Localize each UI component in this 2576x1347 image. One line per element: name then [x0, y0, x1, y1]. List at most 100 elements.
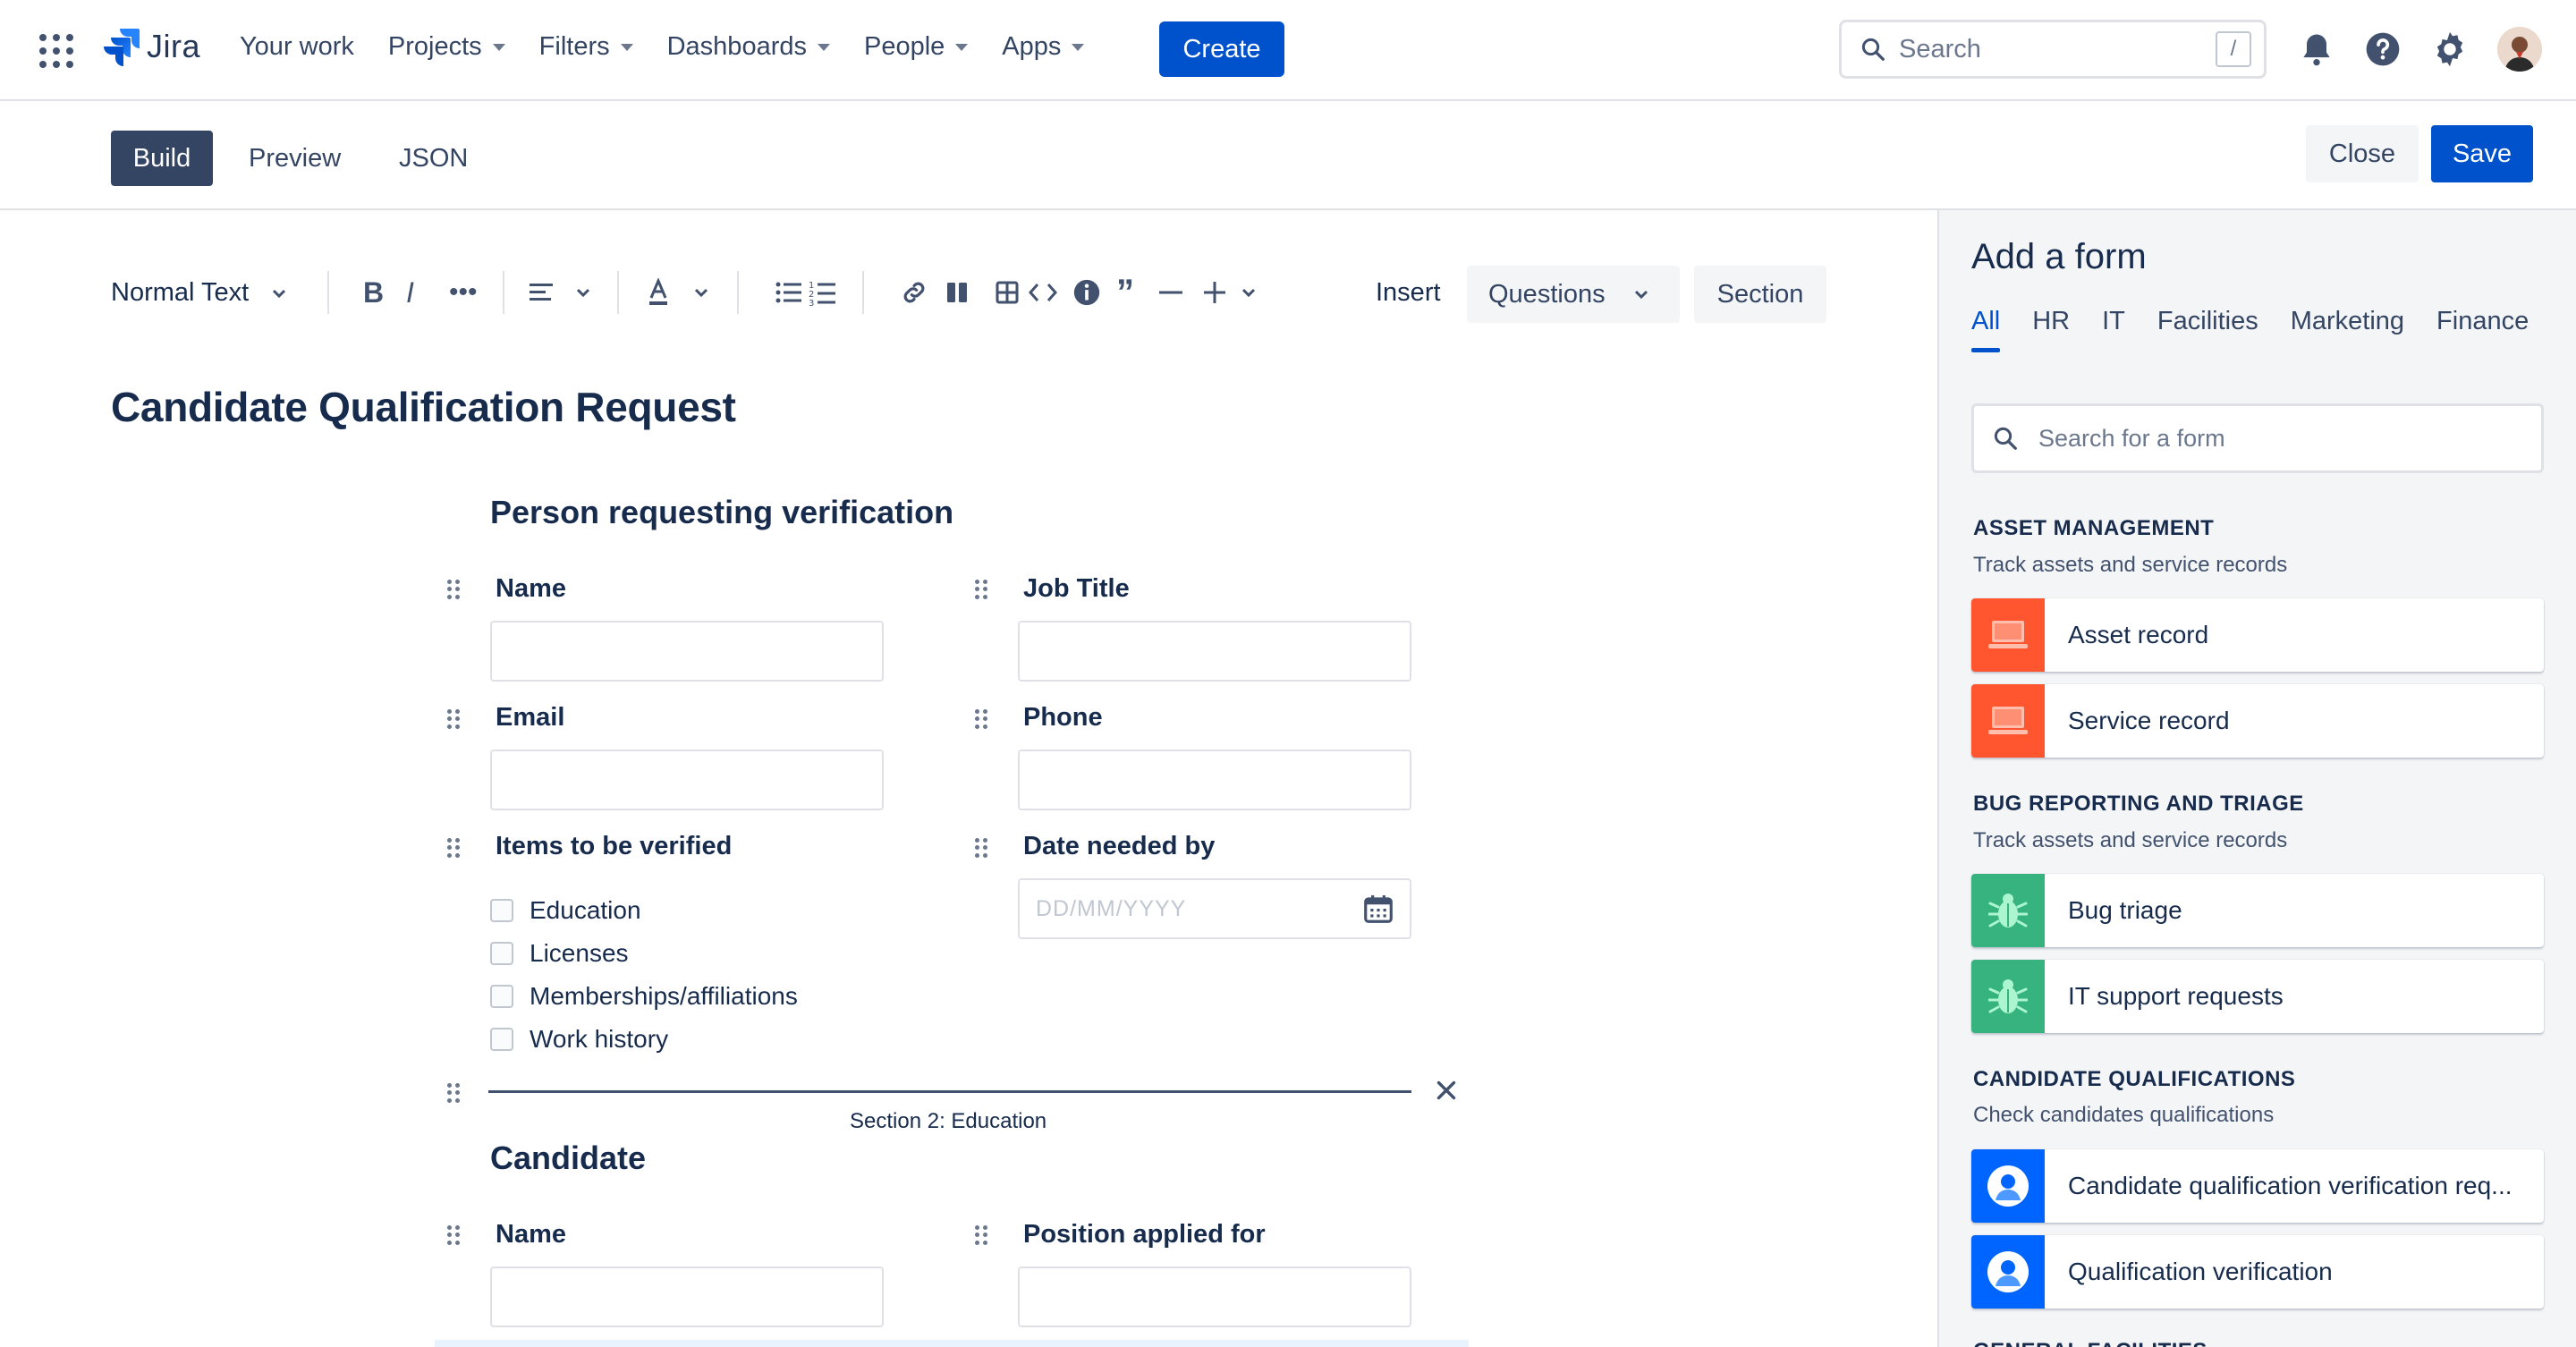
position-input[interactable]	[1018, 1267, 1411, 1327]
candidate-name-input[interactable]	[490, 1267, 884, 1327]
form-card[interactable]: Asset record	[1971, 598, 2544, 672]
email-input[interactable]	[490, 750, 884, 810]
form-title[interactable]: Candidate Qualification Request	[111, 383, 736, 431]
close-button[interactable]: Close	[2306, 125, 2419, 182]
section-title[interactable]: Person requesting verification	[490, 494, 953, 531]
checkbox-education[interactable]: Education	[490, 896, 641, 925]
drag-handle-icon[interactable]	[447, 838, 460, 858]
avatar-photo-icon	[2497, 27, 2542, 72]
date-needed-input[interactable]: DD/MM/YYYY	[1018, 878, 1411, 939]
save-button[interactable]: Save	[2431, 125, 2533, 182]
group-title: ASSET MANAGEMENT	[1973, 516, 2215, 540]
nav-filters[interactable]: Filters	[539, 32, 633, 62]
link-icon[interactable]	[900, 273, 928, 312]
tab-facilities[interactable]: Facilities	[2157, 307, 2258, 352]
nav-dashboards[interactable]: Dashboards	[667, 32, 830, 62]
svg-text:3: 3	[809, 299, 814, 306]
drag-handle-icon[interactable]	[975, 838, 987, 858]
chevron-down-icon	[1634, 290, 1648, 300]
user-avatar[interactable]	[2497, 27, 2542, 72]
app-switcher-icon[interactable]	[39, 34, 73, 68]
italic-icon[interactable]: I	[406, 273, 414, 312]
tab-marketing[interactable]: Marketing	[2291, 307, 2404, 352]
job-title-input[interactable]	[1018, 621, 1411, 682]
checkbox[interactable]	[490, 899, 513, 922]
drag-handle-icon[interactable]	[447, 580, 460, 599]
name-input[interactable]	[490, 621, 884, 682]
drag-handle-icon[interactable]	[447, 1225, 460, 1245]
table-icon[interactable]	[995, 273, 1020, 312]
chevron-down-icon[interactable]	[692, 273, 710, 312]
tab-json[interactable]: JSON	[399, 144, 468, 174]
quote-icon[interactable]: ”	[1116, 273, 1134, 312]
jira-logo[interactable]: Jira	[104, 27, 200, 66]
form-card-label: Qualification verification	[2068, 1258, 2333, 1285]
calendar-icon[interactable]	[1361, 892, 1395, 926]
section-title[interactable]: Candidate	[490, 1139, 646, 1177]
divider-rule-icon[interactable]	[1157, 273, 1184, 312]
form-card[interactable]: Bug triage	[1971, 874, 2544, 947]
checkbox-label: Education	[530, 896, 641, 924]
section-divider	[488, 1090, 1411, 1093]
global-search-input[interactable]: Search /	[1839, 20, 2267, 79]
checkbox[interactable]	[490, 1028, 513, 1051]
checkbox-work-history[interactable]: Work history	[490, 1025, 668, 1054]
form-card[interactable]: IT support requests	[1971, 960, 2544, 1033]
more-formatting-icon[interactable]: •••	[449, 273, 478, 312]
tab-build[interactable]: Build	[111, 131, 213, 186]
create-button[interactable]: Create	[1159, 21, 1284, 77]
remove-section-close-icon[interactable]	[1431, 1075, 1462, 1106]
editor-toolbar: Normal Text B I ••• 123 ” Insert Questio…	[0, 210, 1937, 323]
nav-your-work[interactable]: Your work	[240, 32, 354, 62]
questions-dropdown[interactable]: Questions	[1467, 266, 1680, 323]
drag-handle-icon[interactable]	[447, 1083, 460, 1103]
plus-icon[interactable]	[1202, 273, 1227, 312]
align-left-icon[interactable]	[528, 273, 556, 312]
info-panel-icon[interactable]	[1072, 273, 1102, 312]
help-icon[interactable]	[2363, 30, 2402, 69]
tab-all[interactable]: All	[1971, 307, 2001, 352]
add-section-button[interactable]: Section	[1694, 266, 1826, 323]
tab-hr[interactable]: HR	[2032, 307, 2070, 352]
drag-handle-icon[interactable]	[975, 580, 987, 599]
form-card[interactable]: Qualification verification	[1971, 1235, 2544, 1309]
numbered-list-icon[interactable]: 123	[809, 273, 837, 312]
checkbox[interactable]	[490, 942, 513, 965]
columns-layout-icon[interactable]	[945, 273, 970, 312]
bold-icon[interactable]: B	[363, 273, 384, 312]
phone-input[interactable]	[1018, 750, 1411, 810]
nav-label: Projects	[387, 32, 482, 61]
bug-icon	[1971, 874, 2045, 947]
form-card[interactable]: Service record	[1971, 684, 2544, 758]
category-tabs: All HR IT Facilities Marketing Finance	[1971, 307, 2529, 352]
tab-it[interactable]: IT	[2102, 307, 2125, 352]
text-style-dropdown[interactable]: Normal Text	[111, 278, 288, 308]
settings-gear-icon[interactable]	[2429, 29, 2470, 70]
tab-finance[interactable]: Finance	[2436, 307, 2529, 352]
drag-handle-icon[interactable]	[975, 709, 987, 729]
nav-apps[interactable]: Apps	[1002, 32, 1085, 62]
nav-projects[interactable]: Projects	[388, 32, 505, 62]
field-label-candidate-name: Name	[496, 1220, 566, 1249]
nav-people[interactable]: People	[863, 32, 969, 62]
bug-icon	[1971, 960, 2045, 1033]
checkbox-licenses[interactable]: Licenses	[490, 939, 629, 968]
tab-preview[interactable]: Preview	[249, 144, 341, 174]
builder-header: Build Preview JSON Close Save	[0, 101, 2576, 210]
checkbox-memberships[interactable]: Memberships/affiliations	[490, 982, 798, 1011]
code-icon[interactable]	[1029, 273, 1057, 312]
bullet-list-icon[interactable]	[775, 273, 803, 312]
notifications-bell-icon[interactable]	[2297, 30, 2336, 69]
form-search-placeholder: Search for a form	[2038, 424, 2225, 452]
form-search-input[interactable]: Search for a form	[1971, 403, 2544, 473]
chevron-down-icon[interactable]	[1240, 273, 1258, 312]
drag-handle-icon[interactable]	[447, 709, 460, 729]
nav-label: People	[863, 32, 945, 61]
form-card[interactable]: Candidate qualification verification req…	[1971, 1149, 2544, 1223]
chevron-down-icon[interactable]	[574, 273, 592, 312]
drag-handle-icon[interactable]	[975, 1225, 987, 1245]
field-label-position: Position applied for	[1023, 1220, 1266, 1249]
checkbox[interactable]	[490, 985, 513, 1008]
text-color-icon[interactable]	[646, 273, 671, 312]
toolbar-divider	[503, 271, 504, 314]
